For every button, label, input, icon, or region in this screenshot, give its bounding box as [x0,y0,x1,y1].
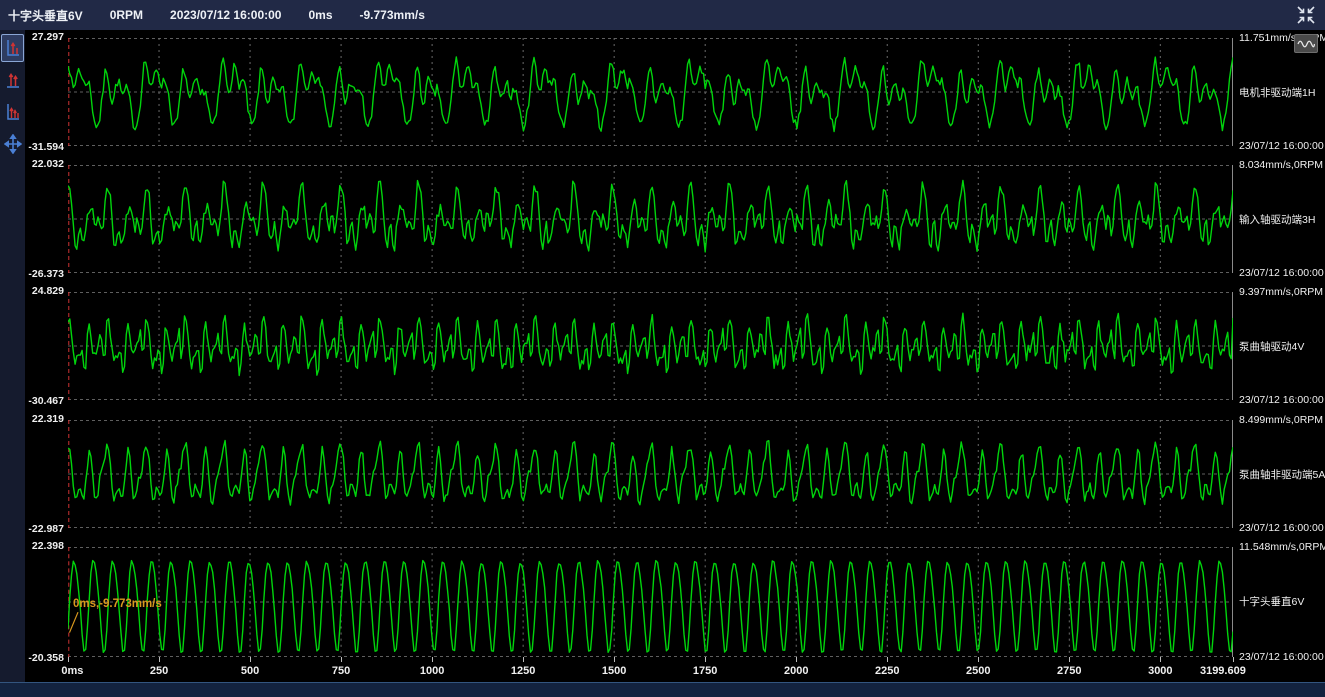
x-axis: 0ms2505007501000125015001750200022502500… [68,657,1233,683]
y-min-label: -30.467 [25,395,64,407]
waveform-panel-2: 22.032 -26.373 8.034mm/s,0RPM 输入轴驱动端3H 2… [25,165,1325,273]
timestamp-label: 23/07/12 16:00:00 [1239,522,1325,534]
waveform-spectrum-chart-icon [5,102,21,122]
x-axis-label: 1500 [602,665,626,677]
waveform-plot[interactable] [68,420,1233,528]
x-axis-tick [978,657,979,662]
channel-name-label: 电机非驱动端1H [1239,85,1325,100]
x-axis-tick [68,657,69,662]
x-axis-label: 0ms [61,665,83,677]
header-channel-name: 十字头垂直6V [8,7,83,24]
waveform-plot[interactable] [68,165,1233,273]
x-axis-label: 2000 [784,665,808,677]
tool-waveform-spectrum-view[interactable] [1,98,24,126]
waveform-thumbnail-button[interactable] [1294,34,1318,53]
tool-pan-move[interactable] [1,130,24,158]
toolbar-sidebar [0,30,25,696]
spectrum-chart-icon [5,70,21,90]
x-axis-tick [614,657,615,662]
x-axis-label: 1000 [420,665,444,677]
x-axis-label: 2500 [966,665,990,677]
pan-move-icon [4,134,22,154]
channel-name-label: 十字头垂直6V [1239,594,1325,609]
header-cursor-value: -9.773mm/s [360,8,425,22]
header-bar: 十字头垂直6V 0RPM 2023/07/12 16:00:00 0ms -9.… [0,0,1325,31]
bottom-status-bar [0,682,1325,697]
amplitude-rpm-label: 11.548mm/s,0RPM [1239,541,1325,553]
x-axis-tick [1233,657,1234,662]
x-axis-tick [432,657,433,662]
header-datetime: 2023/07/12 16:00:00 [170,8,281,22]
x-axis-label: 2250 [875,665,899,677]
y-min-label: -22.987 [25,523,64,535]
x-axis-label: 1250 [511,665,535,677]
collapse-window-icon[interactable] [1295,4,1317,26]
timestamp-label: 23/07/12 16:00:00 [1239,140,1325,152]
x-axis-label: 1750 [693,665,717,677]
x-axis-label: 250 [150,665,168,677]
x-axis-tick [159,657,160,662]
x-axis-tick [1160,657,1161,662]
y-min-label: -20.358 [25,652,64,664]
x-axis-tick [341,657,342,662]
x-axis-label: 3199.609 [1200,665,1246,677]
timestamp-label: 23/07/12 16:00:00 [1239,394,1325,406]
header-cursor-time: 0ms [308,8,332,22]
waveform-panel-4: 22.319 -22.987 8.499mm/s,0RPM 泵曲轴非驱动端5A … [25,420,1325,528]
x-axis-tick [887,657,888,662]
channel-name-label: 输入轴驱动端3H [1239,212,1325,227]
waveform-panel-3: 24.829 -30.467 9.397mm/s,0RPM 泵曲轴驱动4V 23… [25,292,1325,400]
tool-spectrum-view[interactable] [1,66,24,94]
y-max-label: 22.032 [25,158,64,170]
y-min-label: -26.373 [25,268,64,280]
waveform-plot[interactable]: 0ms,-9.773mm/s [68,547,1233,657]
amplitude-rpm-label: 9.397mm/s,0RPM [1239,286,1325,298]
waveform-panel-5: 22.398 -20.358 0ms,-9.773mm/s 11.548mm/s… [25,547,1325,657]
sine-wave-icon [1297,38,1315,50]
x-axis-tick [705,657,706,662]
amplitude-rpm-label: 8.034mm/s,0RPM [1239,159,1325,171]
x-axis-label: 2750 [1057,665,1081,677]
x-axis-label: 750 [332,665,350,677]
waveform-plot[interactable] [68,38,1233,146]
x-axis-tick [523,657,524,662]
chart-area: 27.297 -31.594 11.751mm/s,0RPM 电机非驱动端1H … [25,30,1325,696]
x-axis-tick [1069,657,1070,662]
timestamp-label: 23/07/12 16:00:00 [1239,651,1325,663]
y-max-label: 24.829 [25,285,64,297]
x-axis-tick [796,657,797,662]
x-axis-label: 500 [241,665,259,677]
x-axis-label: 3000 [1148,665,1172,677]
tool-single-waveform-view[interactable] [1,34,24,62]
y-max-label: 22.319 [25,413,64,425]
x-axis-tick [250,657,251,662]
waveform-plot[interactable] [68,292,1233,400]
y-min-label: -31.594 [25,141,64,153]
cursor-annotation: 0ms,-9.773mm/s [73,597,162,610]
y-max-label: 22.398 [25,540,64,552]
y-max-label: 27.297 [25,31,64,43]
header-rpm-value: 0RPM [110,8,143,22]
channel-name-label: 泵曲轴非驱动端5A [1239,467,1325,482]
amplitude-rpm-label: 8.499mm/s,0RPM [1239,414,1325,426]
waveform-panel-1: 27.297 -31.594 11.751mm/s,0RPM 电机非驱动端1H … [25,38,1325,146]
waveform-chart-icon [5,38,21,58]
channel-name-label: 泵曲轴驱动4V [1239,339,1325,354]
timestamp-label: 23/07/12 16:00:00 [1239,267,1325,279]
